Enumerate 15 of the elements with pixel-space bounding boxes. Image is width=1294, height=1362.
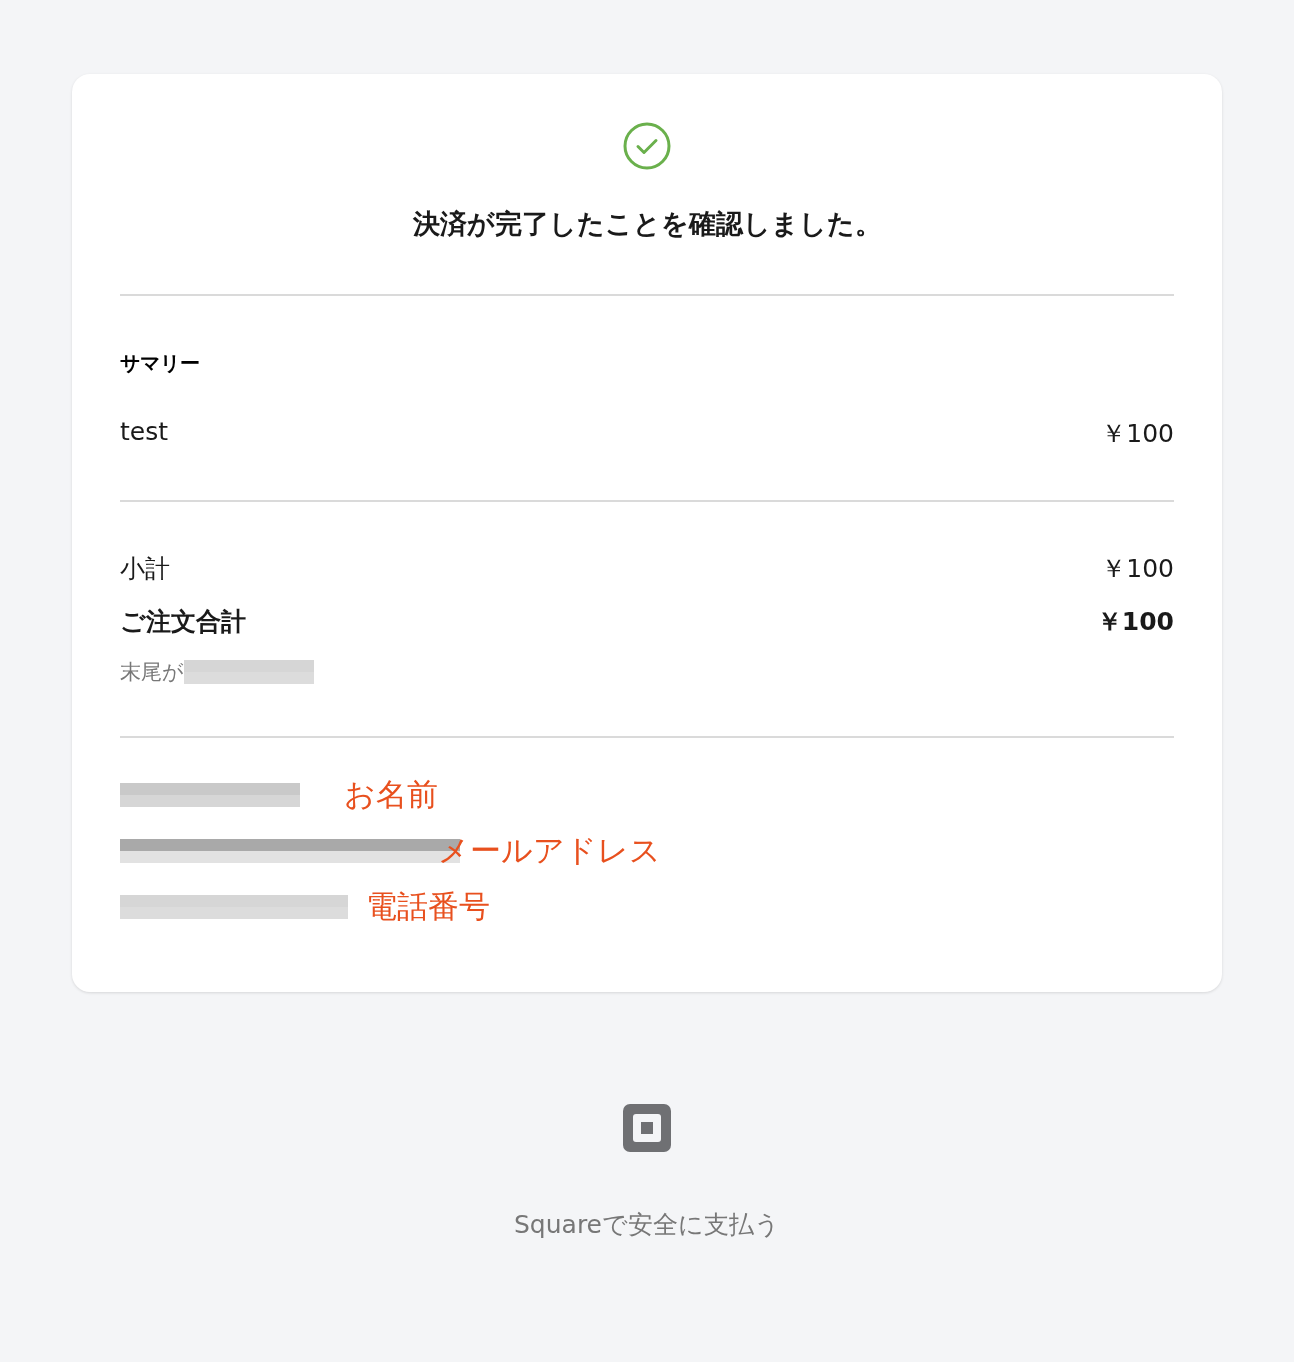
- item-name: test: [120, 417, 168, 448]
- footer-text: Squareで安全に支払う: [514, 1209, 780, 1241]
- annotation-label: お名前: [344, 775, 438, 814]
- summary-heading: サマリー: [120, 350, 201, 377]
- item-price: ￥100: [1101, 418, 1174, 450]
- total-amount: ￥100: [1101, 553, 1174, 585]
- square-logo-icon: [623, 1104, 671, 1152]
- total-label: ご注文合計: [120, 606, 246, 638]
- card-note: 末尾が: [120, 659, 184, 686]
- total-label: 小計: [120, 553, 170, 585]
- confirmation-title: 決済が完了したことを確認しました。: [412, 207, 882, 241]
- check-circle-icon: [623, 122, 671, 170]
- annotation-label: メールアドレス: [438, 831, 661, 870]
- total-amount: ￥100: [1096, 606, 1174, 638]
- annotation-label: 電話番号: [366, 887, 490, 926]
